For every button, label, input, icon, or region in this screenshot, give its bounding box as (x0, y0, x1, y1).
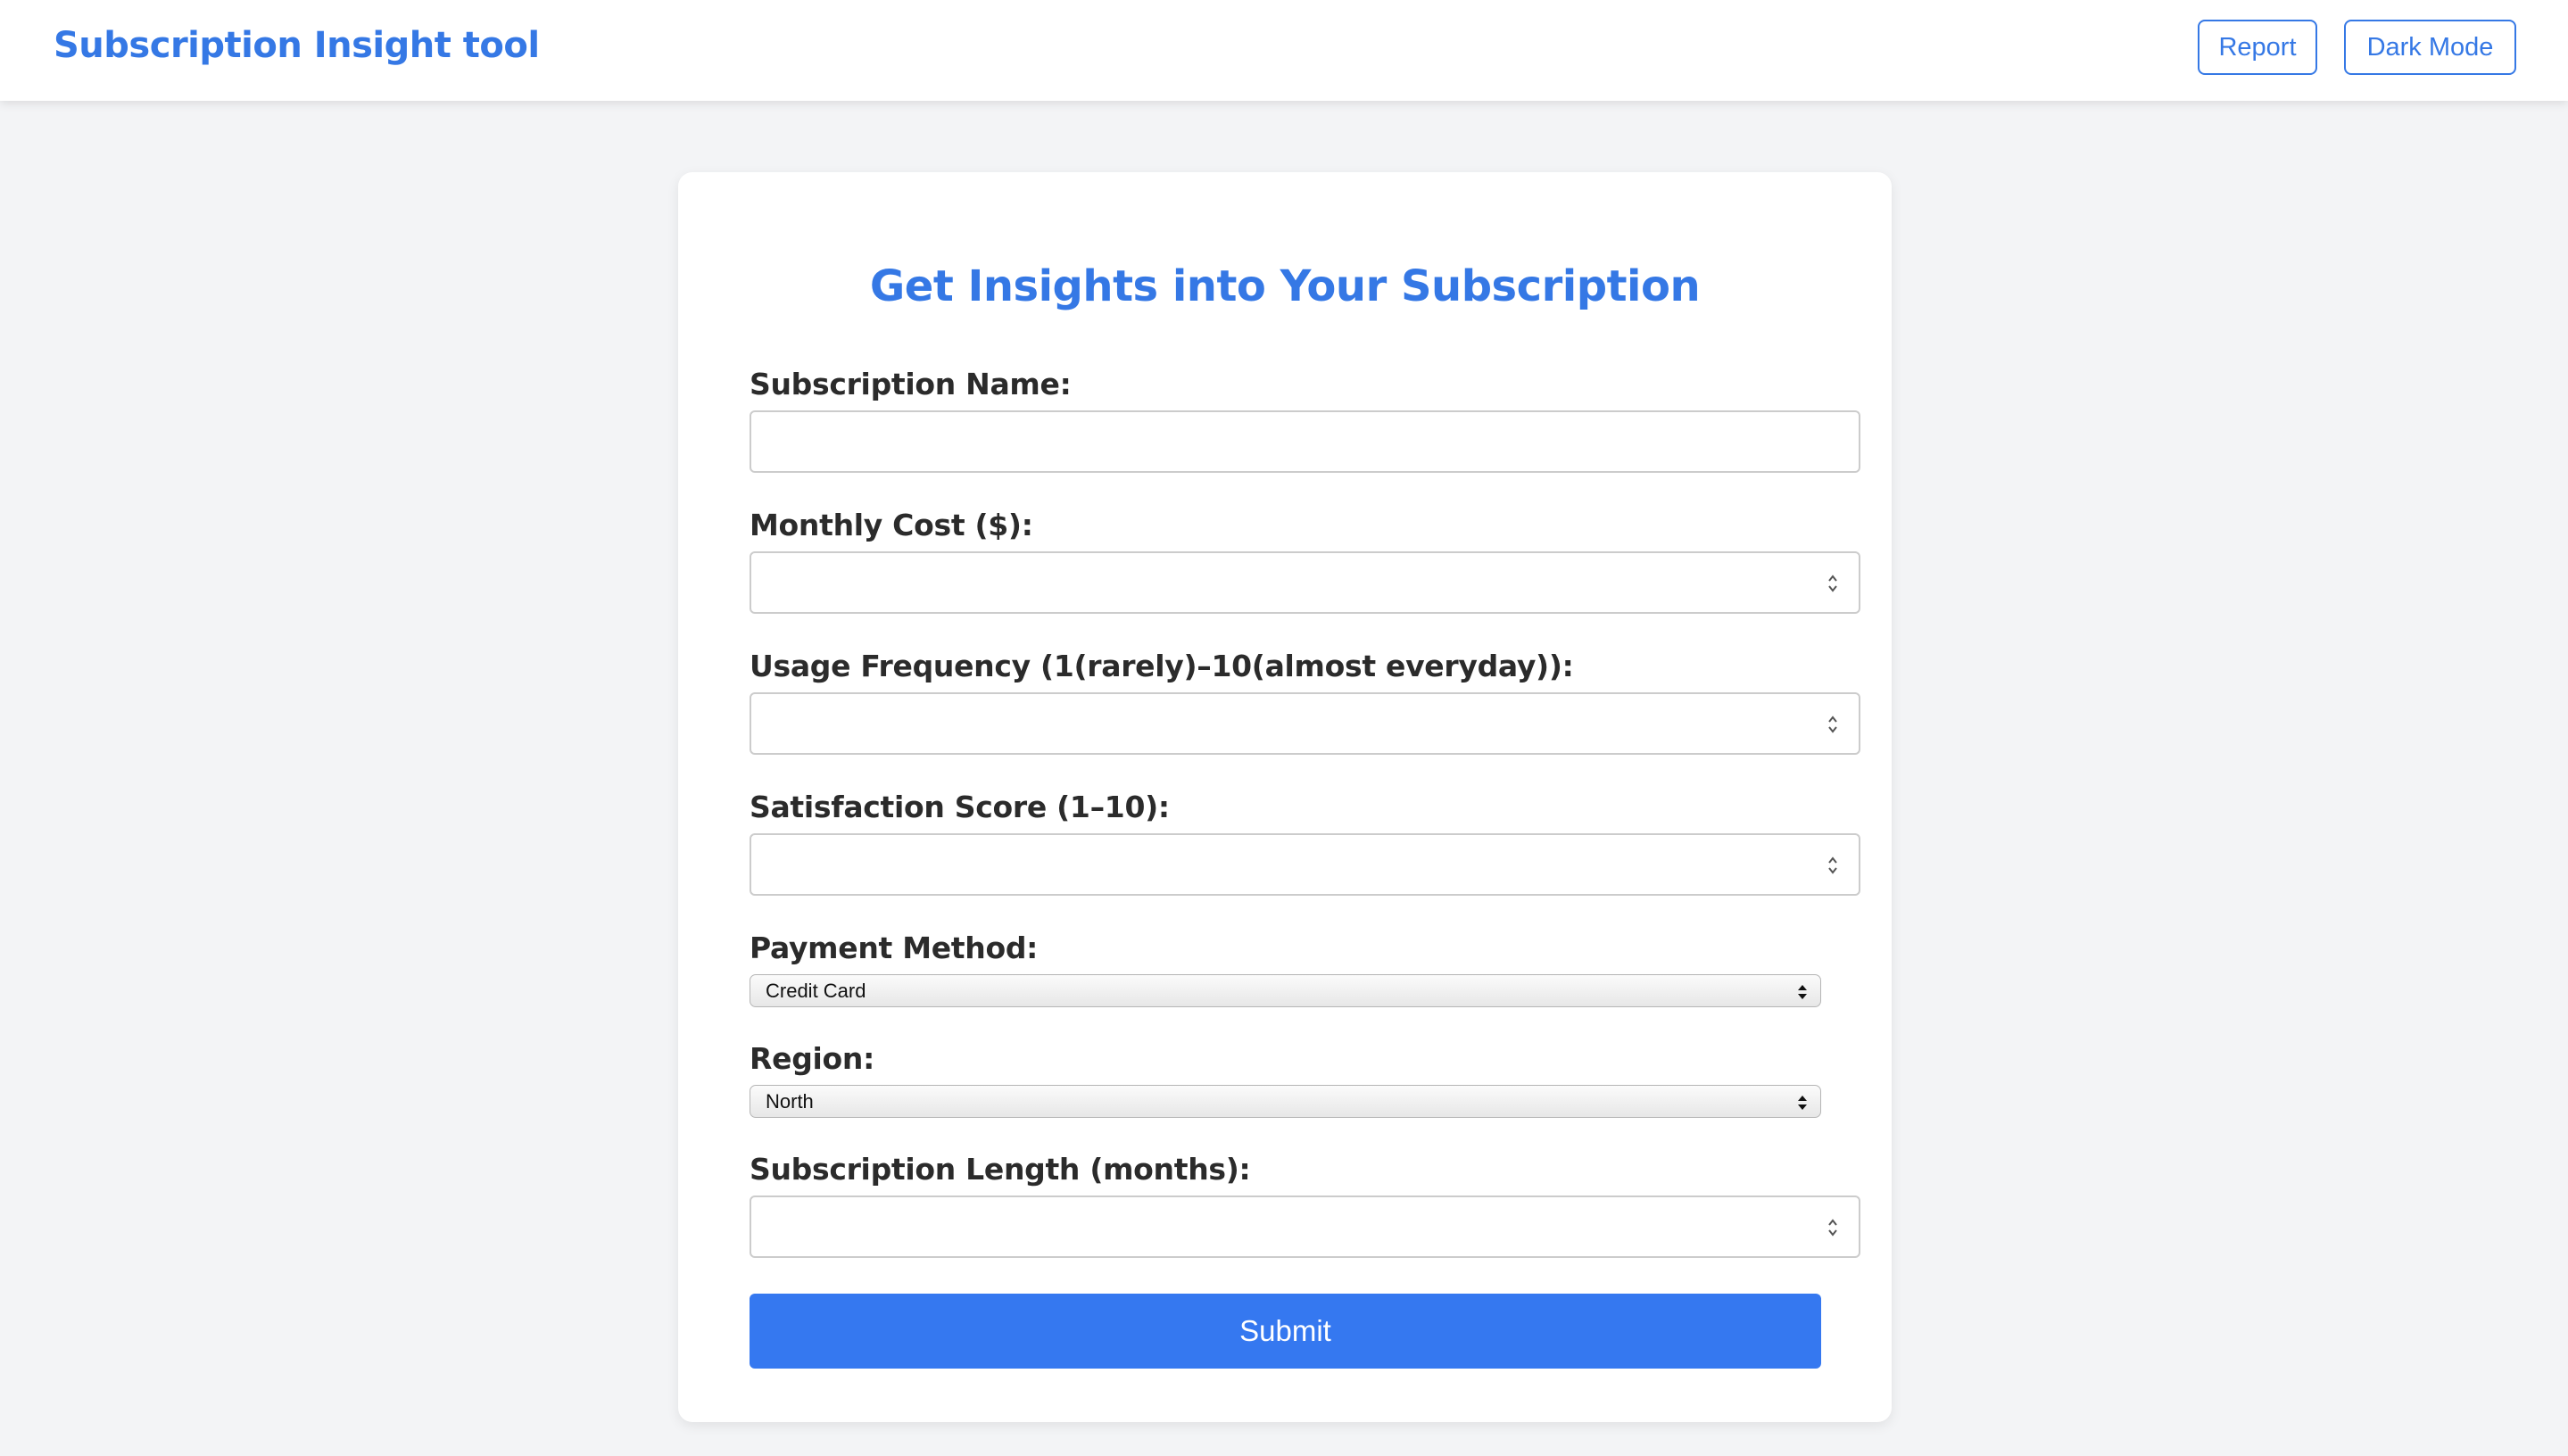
app-title: Subscription Insight tool (54, 25, 540, 66)
payment-method-selected-value: Credit Card (766, 979, 866, 1002)
usage-frequency-label: Usage Frequency (1(rarely)–10(almost eve… (750, 649, 1574, 683)
usage-frequency-input[interactable] (750, 692, 1860, 755)
monthly-cost-input[interactable] (750, 551, 1860, 614)
subscription-form-card: Get Insights into Your Subscription Subs… (678, 172, 1892, 1422)
spinner-arrows-icon[interactable] (1827, 572, 1839, 595)
select-arrows-icon (1798, 1096, 1807, 1110)
satisfaction-score-input[interactable] (750, 833, 1860, 896)
top-navbar: Subscription Insight tool Report Dark Mo… (0, 0, 2568, 101)
satisfaction-score-label: Satisfaction Score (1–10): (750, 790, 1170, 824)
submit-button[interactable]: Submit (750, 1294, 1821, 1369)
region-label: Region: (750, 1041, 874, 1076)
region-select[interactable]: North (750, 1085, 1821, 1118)
spinner-arrows-icon[interactable] (1827, 1216, 1839, 1239)
region-selected-value: North (766, 1089, 814, 1113)
subscription-name-label: Subscription Name: (750, 367, 1072, 401)
select-arrows-icon (1798, 985, 1807, 999)
monthly-cost-label: Monthly Cost ($): (750, 508, 1033, 542)
payment-method-select[interactable]: Credit Card (750, 974, 1821, 1007)
form-title: Get Insights into Your Subscription (869, 261, 1701, 311)
subscription-length-label: Subscription Length (months): (750, 1152, 1251, 1187)
spinner-arrows-icon[interactable] (1827, 713, 1839, 736)
payment-method-label: Payment Method: (750, 931, 1039, 965)
subscription-length-input[interactable] (750, 1195, 1860, 1258)
spinner-arrows-icon[interactable] (1827, 854, 1839, 877)
subscription-name-input[interactable] (750, 410, 1860, 473)
dark-mode-button[interactable]: Dark Mode (2344, 20, 2516, 75)
report-button[interactable]: Report (2198, 20, 2317, 75)
